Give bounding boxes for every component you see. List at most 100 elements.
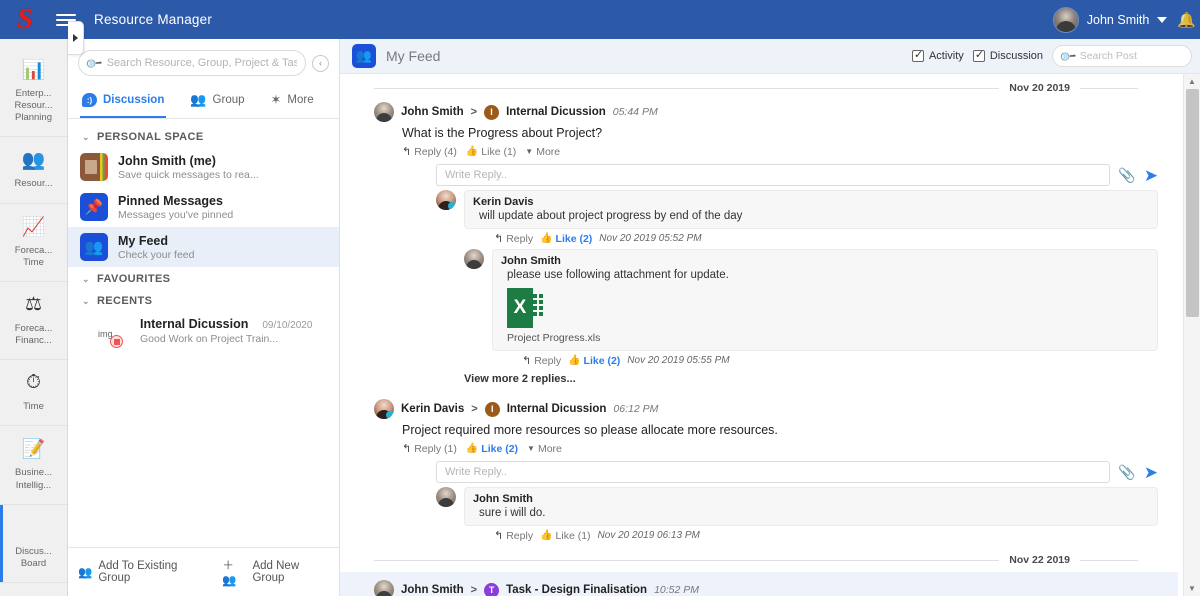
resource-people-icon: 👥 [19,147,49,173]
user-name[interactable]: John Smith [1087,13,1150,27]
vertical-scrollbar[interactable]: ▲ ▼ [1183,74,1200,596]
excel-grid [533,294,545,322]
thumbs-up-icon: 👍 [466,146,478,157]
discussion-bubble-icon: :) [82,93,97,107]
send-icon[interactable]: ➤ [1144,167,1158,184]
chevron-right-icon: > [471,584,477,596]
post-search-wrapper[interactable]: 🔍 [1052,45,1192,67]
sidebar-footer: 👥 Add To Existing Group ＋👥 Add New Group [68,547,339,596]
notebook-icon [80,153,108,181]
post-group[interactable]: Task - Design Finalisation [506,584,647,596]
list-item-internal-dicussion[interactable]: img. Internal Dicussion 09/10/2020 Good … [68,311,339,351]
rail-label-line: Planning [4,112,63,124]
checkbox-icon[interactable] [912,50,924,62]
post-time: 05:44 PM [613,106,658,118]
avatar [436,190,456,210]
section-recents[interactable]: ⌄ RECENTS [68,289,339,311]
broken-image-icon: img. [98,317,132,339]
tab-group[interactable]: 👥 Group [188,86,246,118]
more-button[interactable]: ▼ More [527,443,562,455]
reply-button[interactable]: ↰ Reply [522,354,561,367]
avatar[interactable] [1053,7,1079,33]
rail-label: Resour... [4,178,63,190]
post: Kerin Davis > I Internal Dicussion 06:12… [340,389,1178,546]
reply-author: John Smith [473,493,1149,505]
reply-button[interactable]: ↰ Reply (4) [402,145,457,158]
tab-label: More [287,94,313,106]
filter-discussion[interactable]: Discussion [973,50,1043,62]
reply-composer: 📎 ➤ [436,164,1158,186]
list-item-my-feed[interactable]: 👥 My Feed Check your feed [68,227,339,267]
reply-button[interactable]: ↰ Reply (1) [402,442,457,455]
post-group[interactable]: Internal Dicussion [506,106,606,118]
reply: John Smith please use following attachme… [464,249,1158,367]
search-input[interactable] [107,57,297,69]
reply-actions: ↰ Reply 👍 Like (1) Nov 20 2019 06:13 PM [464,526,1158,542]
like-button[interactable]: 👍 Like (2) [540,233,592,245]
tab-more[interactable]: ✶ More [269,86,316,118]
list-item-subtitle: Check your feed [118,249,194,261]
search-input-wrapper[interactable]: 🔍 [78,50,306,76]
reply-composer: 📎 ➤ [436,461,1158,483]
post: John Smith > I Internal Dicussion 05:44 … [340,100,1178,389]
reply-input[interactable] [445,169,1101,181]
like-button[interactable]: 👍 Like (2) [466,443,518,455]
rail-item-resource[interactable]: 👥 Resour... [0,137,67,203]
attachment-icon[interactable]: 📎 [1118,167,1135,184]
attachment-icon[interactable]: 📎 [1118,464,1135,481]
post-search-input[interactable] [1080,50,1183,62]
scroll-up-arrow[interactable]: ▲ [1184,74,1200,89]
attachment-name[interactable]: Project Progress.xls [501,332,1149,344]
rail-item-business-intelligence[interactable]: 📝 Busine... Intellig... [0,426,67,504]
scrollbar-thumb[interactable] [1186,89,1199,317]
like-button[interactable]: 👍 Like (1) [466,146,516,158]
send-icon[interactable]: ➤ [1144,464,1158,481]
checkbox-icon[interactable] [973,50,985,62]
filter-activity[interactable]: Activity [912,50,964,62]
scroll-down-arrow[interactable]: ▼ [1184,581,1200,596]
reply-input-wrapper[interactable] [436,461,1110,483]
section-favourites[interactable]: ⌄ FAVOURITES [68,267,339,289]
add-new-group-button[interactable]: ＋👥 Add New Group [222,557,329,587]
rail-label-line: Discus... [4,546,63,558]
list-item-pinned-messages[interactable]: 📌 Pinned Messages Messages you've pinned [68,187,339,227]
like-button[interactable]: 👍 Like (2) [568,355,620,367]
button-label: Add To Existing Group [98,560,204,584]
feed-header: 👥 My Feed Activity Discussion 🔍 [340,39,1200,74]
excel-file-icon[interactable]: X [507,288,545,328]
reply-button[interactable]: ↰ Reply [494,529,533,542]
avatar [464,249,484,269]
view-more-replies-link[interactable]: View more 2 replies... [374,367,1164,385]
rail-item-enterprise-resource-planning[interactable]: 📊 Enterp... Resour... Planning [0,47,67,137]
reply: Kerin Davis will update about project pr… [436,190,1158,245]
rail-item-forecast-financial[interactable]: ⚖ Foreca... Financ... [0,282,67,360]
rail-item-forecast-time[interactable]: 📈 Foreca... Time [0,204,67,282]
bell-icon[interactable]: 🔔 [1177,11,1196,29]
rail-item-discussion-board[interactable]: Discus... Board [0,505,67,583]
post-header: Kerin Davis > I Internal Dicussion 06:12… [374,399,1164,419]
add-to-existing-group-button[interactable]: 👥 Add To Existing Group [78,560,204,584]
rail-expand-handle[interactable] [68,21,84,55]
chevron-down-icon[interactable] [1157,17,1167,23]
tab-discussion[interactable]: :) Discussion [80,86,166,118]
chart-planning-icon: 📊 [19,57,49,83]
sidebar-collapse-button[interactable]: ‹ [312,55,329,72]
s-logo-icon[interactable]: S [12,5,38,35]
more-button[interactable]: ▼ More [525,146,560,158]
list-item-john-smith-me[interactable]: John Smith (me) Save quick messages to r… [68,147,339,187]
section-personal-space[interactable]: ⌄ PERSONAL SPACE [68,125,339,147]
reply-input-wrapper[interactable] [436,164,1110,186]
reply-button[interactable]: ↰ Reply [494,232,533,245]
rail-label-line: Enterp... [4,88,63,100]
reply-label: Reply [534,355,561,367]
rail-label-line: Financ... [4,335,63,347]
reply-arrow-icon: ↰ [402,145,411,158]
search-icon: 🔍 [1058,47,1077,66]
rail-item-time[interactable]: ⏱ Time [0,360,67,426]
filter-label: Activity [929,50,964,62]
reply-input[interactable] [445,466,1101,478]
post-group[interactable]: Internal Dicussion [507,403,607,415]
like-button[interactable]: 👍 Like (1) [540,530,590,542]
reply-arrow-icon: ↰ [402,442,411,455]
rail-label: Enterp... Resour... Planning [4,88,63,124]
